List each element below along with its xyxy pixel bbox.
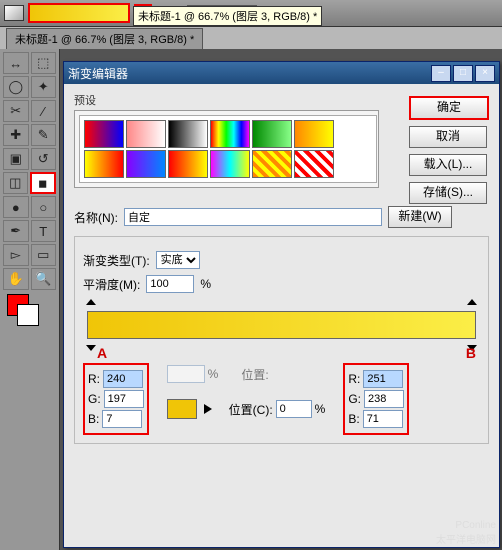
ok-button[interactable]: 确定 [409, 96, 489, 120]
toolbox: ↔⬚ ◯✦ ✂⁄ ✚✎ ▣↺ ◫◼ ●○ ✒T ▻▭ ✋🔍 [0, 49, 60, 550]
gradient-swatch[interactable] [28, 3, 130, 23]
path-tool[interactable]: ▻ [3, 244, 29, 266]
dialog-titlebar[interactable]: 渐变编辑器 – □ × [64, 62, 499, 84]
disabled-input [167, 365, 205, 383]
marquee-tool[interactable]: ⬚ [31, 52, 57, 74]
gradient-bar[interactable] [87, 311, 476, 339]
preset-swatch[interactable] [210, 120, 250, 148]
preset-swatch[interactable] [252, 120, 292, 148]
pos-input[interactable] [276, 400, 312, 418]
g-left-input[interactable] [104, 390, 144, 408]
b-right-input[interactable] [363, 410, 403, 428]
dodge-tool[interactable]: ○ [31, 196, 57, 218]
gradient-editor-dialog: 渐变编辑器 – □ × 预设 确定 取消 载入(L)... 存储(S)... 名… [63, 61, 500, 548]
preset-swatch[interactable] [84, 120, 124, 148]
minimize-icon[interactable]: – [431, 65, 451, 82]
gradient-tool[interactable]: ◼ [30, 172, 57, 194]
eraser-tool[interactable]: ◫ [3, 172, 28, 194]
hand-tool[interactable]: ✋ [3, 268, 29, 290]
heal-tool[interactable]: ✚ [3, 124, 29, 146]
tool-preset-icon[interactable] [4, 5, 24, 21]
color-chip[interactable] [167, 399, 197, 419]
rgb-left-group: R: G: B: [83, 363, 149, 435]
wand-tool[interactable]: ✦ [31, 76, 57, 98]
g-label: G: [88, 392, 101, 406]
r-right-input[interactable] [363, 370, 403, 388]
move-tool[interactable]: ↔ [3, 52, 29, 74]
b-left-input[interactable] [102, 410, 142, 428]
marker-b: B [466, 345, 476, 361]
preset-grid [79, 115, 377, 183]
dialog-title: 渐变编辑器 [68, 65, 128, 82]
dialog-buttons: 确定 取消 载入(L)... 存储(S)... [409, 96, 489, 204]
g-right-input[interactable] [364, 390, 404, 408]
rgb-right-group: R: G: B: [343, 363, 409, 435]
smooth-input[interactable] [146, 275, 194, 293]
preset-swatch[interactable] [126, 150, 166, 178]
preset-swatch[interactable] [252, 150, 292, 178]
color-chip-group: %位置: 位置(C): % [167, 363, 326, 421]
name-input[interactable] [124, 208, 382, 226]
percent-label: % [200, 277, 211, 291]
title-tooltip: 未标题-1 @ 66.7% (图层 3, RGB/8) * [133, 6, 322, 26]
shape-tool[interactable]: ▭ [31, 244, 57, 266]
zoom-tool[interactable]: 🔍 [31, 268, 57, 290]
preset-panel [74, 110, 379, 188]
preset-swatch[interactable] [84, 150, 124, 178]
r-left-input[interactable] [103, 370, 143, 388]
play-icon[interactable] [204, 404, 212, 414]
brush-tool[interactable]: ✎ [31, 124, 57, 146]
opacity-stop-right[interactable] [467, 299, 477, 311]
smooth-label: 平滑度(M): [83, 276, 140, 293]
preset-swatch[interactable] [168, 120, 208, 148]
pos-label: 位置(C): [229, 401, 273, 418]
r-label: R: [88, 372, 100, 386]
color-stop-left[interactable] [86, 339, 96, 351]
pos2-label: 位置: [241, 366, 268, 383]
document-tab-bar: 未标题-1 @ 66.7% (图层 3, RGB/8) * [0, 27, 502, 49]
marker-a: A [97, 345, 107, 361]
type-tool[interactable]: T [31, 220, 57, 242]
new-button[interactable]: 新建(W) [388, 206, 452, 228]
history-brush-tool[interactable]: ↺ [31, 148, 57, 170]
opacity-stop-left[interactable] [86, 299, 96, 311]
stamp-tool[interactable]: ▣ [3, 148, 29, 170]
eyedropper-tool[interactable]: ⁄ [31, 100, 57, 122]
close-icon[interactable]: × [475, 65, 495, 82]
type-label: 渐变类型(T): [83, 252, 150, 269]
pen-tool[interactable]: ✒ [3, 220, 29, 242]
watermark: PConline 太平洋电脑网 [436, 520, 496, 546]
preset-swatch[interactable] [294, 150, 334, 178]
background-color[interactable] [17, 304, 39, 326]
preset-swatch[interactable] [168, 150, 208, 178]
crop-tool[interactable]: ✂ [3, 100, 29, 122]
cancel-button[interactable]: 取消 [409, 126, 487, 148]
preset-swatch[interactable] [126, 120, 166, 148]
document-tab[interactable]: 未标题-1 @ 66.7% (图层 3, RGB/8) * [6, 28, 203, 49]
save-button[interactable]: 存储(S)... [409, 182, 487, 204]
preset-swatch[interactable] [294, 120, 334, 148]
b-label: B: [88, 412, 99, 426]
name-label: 名称(N): [74, 209, 118, 226]
blur-tool[interactable]: ● [3, 196, 29, 218]
lasso-tool[interactable]: ◯ [3, 76, 29, 98]
preset-swatch[interactable] [210, 150, 250, 178]
load-button[interactable]: 载入(L)... [409, 154, 487, 176]
type-select[interactable]: 实底 [156, 251, 200, 269]
maximize-icon[interactable]: □ [453, 65, 473, 82]
